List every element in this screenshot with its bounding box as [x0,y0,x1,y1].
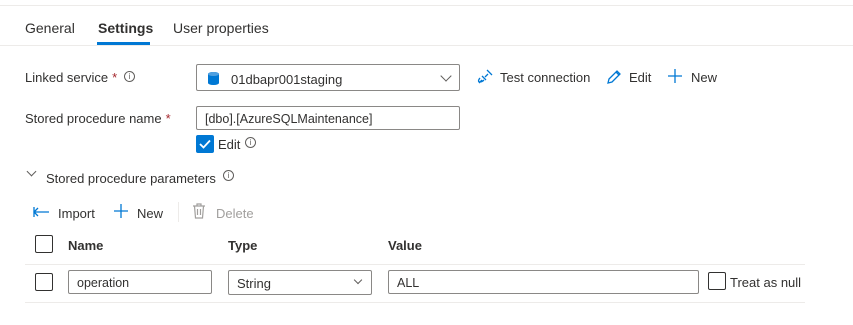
treat-as-null-label: Treat as null [730,275,802,290]
new-linked-service-button[interactable]: New [667,68,721,88]
row-select-checkbox[interactable] [35,273,53,291]
toolbar-divider [178,202,179,222]
column-header-name[interactable]: Name [68,238,103,253]
active-tab-indicator [97,42,150,45]
tab-settings[interactable]: Settings [98,20,153,36]
stored-procedure-value: [dbo].[AzureSQLMaintenance] [205,112,373,126]
stored-procedure-label-text: Stored procedure name [25,111,162,126]
plug-icon [477,69,493,84]
parameter-type-select[interactable]: String [228,270,372,295]
column-header-value[interactable]: Value [388,238,422,253]
edit-stored-procedure-checkbox[interactable] [196,135,214,153]
stored-procedure-input[interactable]: [dbo].[AzureSQLMaintenance] [196,106,460,130]
tab-bar: General Settings User properties [0,10,853,46]
linked-service-select[interactable]: 01dbapr001staging [196,64,460,91]
plus-icon [114,204,128,218]
info-icon[interactable]: i [223,170,234,181]
info-icon[interactable]: i [245,137,256,148]
row-divider [25,302,805,303]
new-label: New [137,206,164,221]
checkmark-icon [199,139,211,149]
edit-label: Edit [629,70,652,85]
test-connection-button[interactable]: Test connection [476,68,594,88]
info-icon[interactable]: i [124,71,135,82]
import-button[interactable]: Import [33,203,101,223]
plus-icon [668,69,682,83]
parameter-type-value: String [237,276,271,291]
column-header-type[interactable]: Type [228,238,257,253]
linked-service-label-text: Linked service [25,70,109,85]
select-all-checkbox[interactable] [35,235,53,253]
test-connection-label: Test connection [500,70,591,85]
linked-service-value: 01dbapr001staging [231,72,343,87]
new-parameter-button[interactable]: New [113,203,167,223]
new-label: New [691,70,718,85]
required-mark: * [112,70,118,85]
edit-checkbox-label: Edit [218,137,241,152]
sql-database-icon [208,72,219,85]
import-arrow-icon [33,207,49,217]
parameter-value-text: ALL [397,276,420,290]
parameter-value-input[interactable]: ALL [388,270,699,294]
pencil-icon [607,70,621,84]
tab-user-properties[interactable]: User properties [173,20,269,36]
collapse-chevron-icon[interactable] [26,166,37,177]
top-border [0,0,853,6]
parameter-name-input[interactable]: operation [68,270,212,294]
delete-label: Delete [216,206,254,221]
treat-as-null-checkbox[interactable] [708,272,726,290]
tab-general[interactable]: General [25,20,75,36]
parameter-name-value: operation [77,276,130,290]
chevron-down-icon [353,275,363,285]
header-divider [25,264,805,265]
stored-procedure-label: Stored procedure name * [25,111,171,126]
edit-linked-service-button[interactable]: Edit [606,68,656,88]
trash-icon [193,203,205,219]
required-mark: * [165,111,171,126]
delete-button[interactable]: Delete [192,203,256,223]
chevron-down-icon [440,70,452,82]
parameters-section-title[interactable]: Stored procedure parameters [46,171,216,186]
import-label: Import [58,206,95,221]
linked-service-label: Linked service * [25,70,117,85]
